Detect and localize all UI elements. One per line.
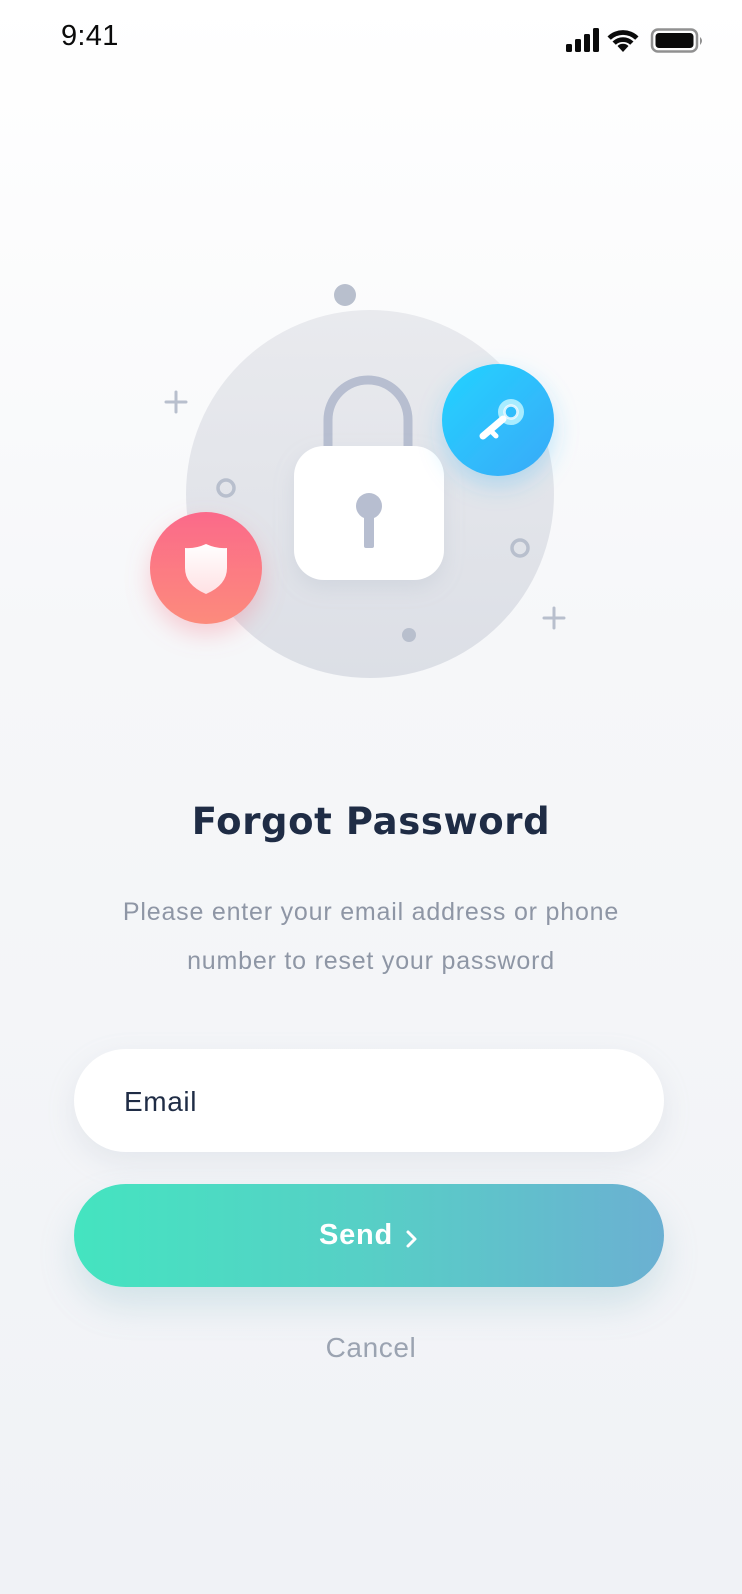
send-button-label: Send — [318, 1219, 394, 1251]
chevron-right-icon — [406, 1230, 417, 1247]
send-button[interactable]: Send — [74, 1184, 664, 1287]
email-input[interactable] — [122, 1049, 626, 1154]
key-badge — [442, 364, 554, 476]
page-subtitle: Please enter your email address or phone… — [122, 898, 620, 975]
page-title: Forgot Password — [191, 800, 551, 843]
email-field[interactable] — [74, 1049, 664, 1154]
cancel-link[interactable]: Cancel — [0, 1332, 742, 1364]
forgot-password-illustration — [150, 284, 566, 678]
shield-badge — [150, 512, 262, 624]
